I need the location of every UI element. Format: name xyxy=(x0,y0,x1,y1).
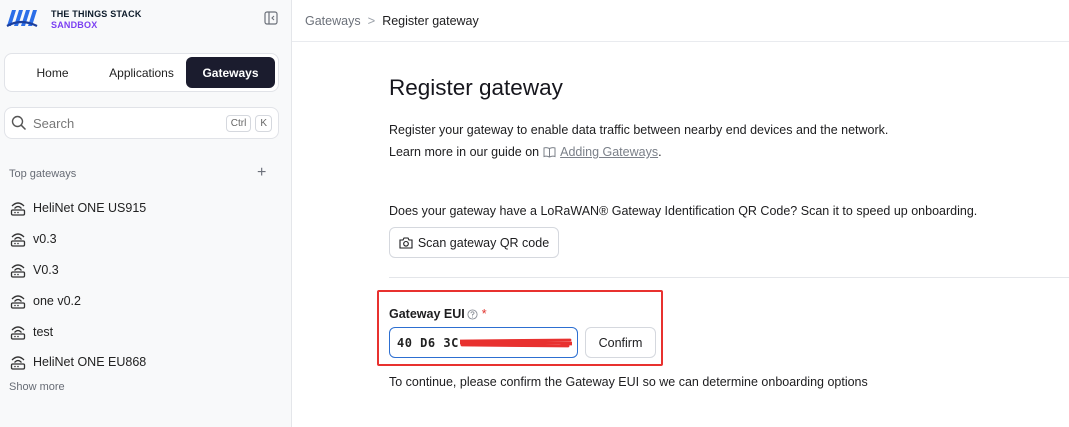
book-icon xyxy=(543,147,556,158)
redaction-scribble xyxy=(460,338,572,348)
nav-tab-gateways[interactable]: Gateways xyxy=(186,57,275,88)
guide-suffix: . xyxy=(658,145,662,159)
show-more-link[interactable]: Show more xyxy=(9,381,65,393)
nav-tab-applications[interactable]: Applications xyxy=(97,57,186,88)
gateway-icon xyxy=(10,233,26,247)
gateway-label: v0.3 xyxy=(33,232,57,247)
guide-prefix: Learn more in our guide on xyxy=(389,145,540,159)
things-stack-logo-icon xyxy=(6,10,38,27)
confirm-hint: To continue, please confirm the Gateway … xyxy=(389,375,868,389)
scan-qr-button[interactable]: Scan gateway QR code xyxy=(389,227,559,258)
page-title: Register gateway xyxy=(389,75,563,100)
search-input[interactable] xyxy=(33,115,222,131)
search-icon xyxy=(11,115,27,131)
breadcrumb-separator: > xyxy=(367,13,376,28)
sidebar: THE THINGS STACK SANDBOX Home Applicatio… xyxy=(0,0,292,427)
sidebar-item-gateway[interactable]: v0.3 xyxy=(9,224,279,255)
shortcut-ctrl: Ctrl xyxy=(225,114,252,132)
page-description: Register your gateway to enable data tra… xyxy=(389,123,889,137)
confirm-button[interactable]: Confirm xyxy=(585,327,656,358)
sidebar-item-gateway[interactable]: one v0.2 xyxy=(9,285,279,316)
search-box[interactable]: Ctrl K xyxy=(4,107,279,139)
gateway-list: HeliNet ONE US915 v0.3 V0.3 one v0.2 tes… xyxy=(9,193,279,378)
required-marker: * xyxy=(481,307,487,321)
help-icon[interactable] xyxy=(467,308,478,320)
sidebar-item-gateway[interactable]: HeliNet ONE US915 xyxy=(9,193,279,224)
divider xyxy=(389,277,1069,278)
brand[interactable]: THE THINGS STACK SANDBOX xyxy=(5,6,142,31)
gateway-eui-label-text: Gateway EUI xyxy=(389,307,465,321)
sidebar-item-gateway[interactable]: test xyxy=(9,316,279,347)
gateway-label: one v0.2 xyxy=(33,293,81,308)
breadcrumb-current: Register gateway xyxy=(382,13,479,28)
guide-line: Learn more in our guide on Adding Gatewa… xyxy=(389,145,662,159)
gateway-label: V0.3 xyxy=(33,262,59,277)
gateway-label: HeliNet ONE EU868 xyxy=(33,355,147,370)
gateway-eui-value: 40 D6 3C xyxy=(397,335,459,350)
gateway-icon xyxy=(10,295,26,309)
sidebar-item-gateway[interactable]: HeliNet ONE EU868 xyxy=(9,347,279,378)
breadcrumb-gateways[interactable]: Gateways xyxy=(305,14,361,28)
camera-icon xyxy=(399,237,413,249)
top-gateways-title: Top gateways xyxy=(9,168,77,180)
gateway-icon xyxy=(10,202,26,217)
main-nav: Home Applications Gateways xyxy=(4,53,279,92)
gateway-icon xyxy=(10,325,26,340)
adding-gateways-link[interactable]: Adding Gateways xyxy=(560,145,658,159)
brand-edition: SANDBOX xyxy=(51,20,98,30)
nav-tab-home[interactable]: Home xyxy=(8,57,97,88)
breadcrumb: Gateways > Register gateway xyxy=(292,0,1069,42)
brand-name: THE THINGS STACK xyxy=(51,9,142,19)
gateway-icon xyxy=(10,264,26,278)
scan-qr-label: Scan gateway QR code xyxy=(417,235,550,250)
shortcut-k: K xyxy=(255,114,272,132)
gateway-label: test xyxy=(33,324,54,339)
sidebar-item-gateway[interactable]: V0.3 xyxy=(9,255,279,286)
add-gateway-icon[interactable]: + xyxy=(257,165,266,181)
collapse-sidebar-icon[interactable] xyxy=(264,11,278,25)
gateway-eui-label: Gateway EUI * xyxy=(389,307,487,321)
gateway-eui-input[interactable]: 40 D6 3C xyxy=(389,327,578,358)
qr-question: Does your gateway have a LoRaWAN® Gatewa… xyxy=(389,204,978,218)
gateway-label: HeliNet ONE US915 xyxy=(33,201,147,216)
gateway-icon xyxy=(10,356,26,371)
